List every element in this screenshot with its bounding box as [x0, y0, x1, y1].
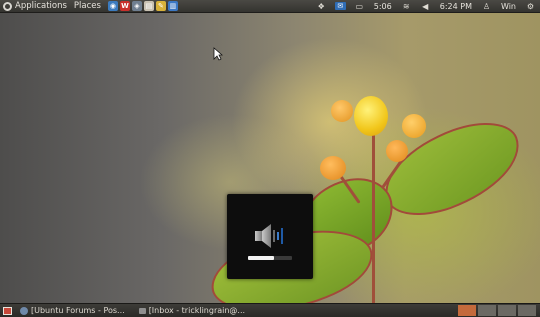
show-desktop-button[interactable]: [3, 306, 12, 315]
system-tray: ❖ ✉ ▭ 5:06 ≋ ◀ 6:24 PM ♙ Win ⚙: [312, 0, 540, 12]
wikipedia-launcher-icon[interactable]: W: [119, 1, 130, 11]
network-launcher-icon[interactable]: ◈: [131, 1, 142, 11]
applications-menu-label: Applications: [15, 1, 67, 11]
applications-menu[interactable]: Applications: [0, 0, 74, 12]
task-label: [Inbox - tricklingrain@...: [148, 306, 246, 315]
launchers: ◉ W ◈ ▤ ✎ ▥: [107, 0, 180, 12]
workspace-4[interactable]: [518, 305, 536, 316]
battery-time[interactable]: 5:06: [374, 2, 392, 11]
network-wifi-icon[interactable]: ≋: [401, 1, 412, 11]
firefox-icon: [20, 306, 28, 315]
folder-launcher-icon[interactable]: ▤: [143, 1, 154, 11]
speaker-icon: [255, 224, 283, 248]
shutdown-gear-icon[interactable]: ⚙: [525, 1, 536, 11]
wallpaper-bud: [320, 156, 346, 180]
ubuntu-logo-icon: [3, 1, 12, 11]
user-name[interactable]: Win: [501, 2, 516, 11]
top-panel: Applications Places ◉ W ◈ ▤ ✎ ▥ ❖ ✉ ▭ 5:06 ≋ …: [0, 0, 540, 13]
firefox-launcher-icon[interactable]: ◉: [107, 1, 118, 11]
volume-osd: [227, 194, 313, 279]
workspace-3[interactable]: [498, 305, 516, 316]
wallpaper-bud: [386, 140, 408, 162]
user-icon[interactable]: ♙: [481, 1, 492, 11]
wallpaper-bud-main: [354, 96, 388, 136]
mail-client-icon: [138, 307, 146, 314]
mail-icon[interactable]: ✉: [334, 2, 346, 10]
battery-icon[interactable]: ▭: [354, 1, 365, 11]
editor-launcher-icon[interactable]: ✎: [155, 1, 166, 11]
workspace-2[interactable]: [478, 305, 496, 316]
places-menu[interactable]: Places: [74, 0, 108, 12]
wallpaper-stem: [372, 132, 375, 303]
document-launcher-icon[interactable]: ▥: [167, 1, 178, 11]
workspace-1[interactable]: [458, 305, 476, 316]
places-menu-label: Places: [73, 1, 101, 11]
taskbar-item-inbox[interactable]: [Inbox - tricklingrain@...: [135, 305, 249, 316]
mouse-cursor-icon: [213, 47, 223, 61]
volume-level-bar: [248, 256, 292, 260]
taskbar-item-ubuntu-forums[interactable]: [Ubuntu Forums - Pos...: [16, 305, 129, 316]
wallpaper-bud: [402, 114, 426, 138]
volume-icon[interactable]: ◀: [420, 1, 431, 11]
clock[interactable]: 6:24 PM: [440, 2, 472, 11]
bottom-panel: [Ubuntu Forums - Pos... [Inbox - trickli…: [0, 303, 540, 317]
dropbox-icon[interactable]: ❖: [316, 1, 327, 11]
volume-level-fill: [248, 256, 274, 260]
wallpaper-bud: [331, 100, 353, 122]
task-label: [Ubuntu Forums - Pos...: [31, 306, 125, 315]
